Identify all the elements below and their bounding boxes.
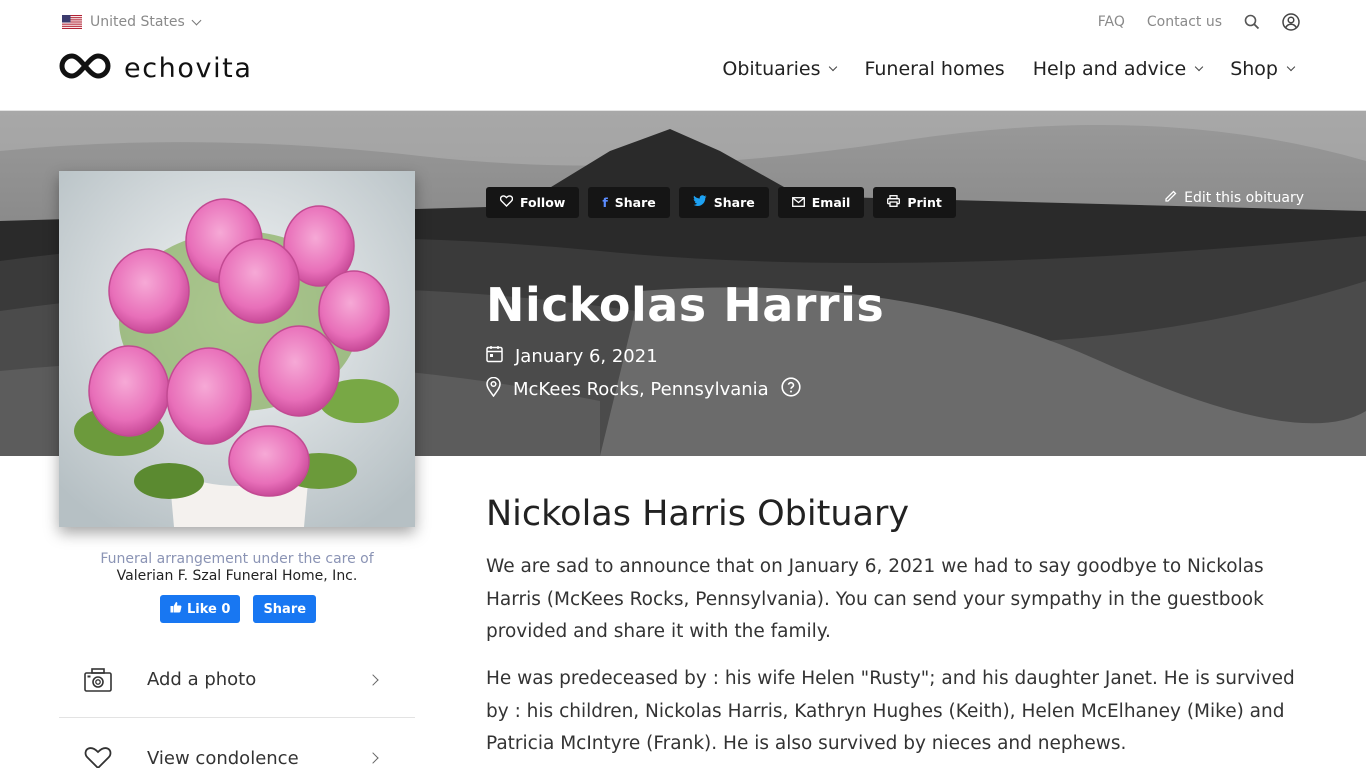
chevron-down-icon — [1286, 62, 1296, 72]
print-label: Print — [907, 195, 942, 210]
faq-link[interactable]: FAQ — [1098, 14, 1125, 30]
follow-button[interactable]: Follow — [486, 187, 580, 218]
chevron-right-icon — [367, 752, 379, 764]
location-text: McKees Rocks, Pennsylvania — [513, 379, 769, 400]
funeral-home-name[interactable]: Valerian F. Szal Funeral Home, Inc. — [59, 568, 415, 584]
location: McKees Rocks, Pennsylvania — [486, 376, 801, 402]
thumbs-up-icon — [170, 601, 182, 617]
facebook-buttons: Like 0 Share — [160, 595, 317, 623]
us-flag-icon — [62, 15, 82, 29]
obituary-title: Nickolas Harris Obituary — [486, 494, 910, 534]
email-button[interactable]: Email — [777, 187, 865, 218]
chevron-down-icon — [1194, 62, 1204, 72]
facebook-like-button[interactable]: Like 0 — [160, 595, 241, 623]
email-label: Email — [811, 195, 851, 210]
like-label: Like 0 — [187, 601, 231, 617]
search-icon[interactable] — [1244, 14, 1260, 30]
share-label: Share — [614, 195, 656, 210]
facebook-share-small-button[interactable]: Share — [253, 595, 317, 623]
country-selector[interactable]: United States — [62, 14, 202, 30]
facebook-icon: f — [602, 195, 608, 210]
nav-funeral-homes[interactable]: Funeral homes — [864, 58, 1004, 80]
pink-roses-image — [59, 171, 415, 527]
funeral-home-info: Funeral arrangement under the care of Va… — [59, 551, 415, 584]
country-label: United States — [90, 14, 185, 30]
calendar-icon — [486, 345, 503, 368]
add-photo-label: Add a photo — [147, 669, 257, 690]
chevron-down-icon — [191, 15, 202, 25]
nav-obituaries[interactable]: Obituaries — [722, 58, 838, 80]
view-condolence-button[interactable]: View condolence — [59, 720, 415, 768]
camera-icon — [59, 667, 137, 692]
site-header: United States FAQ Contact us echovita Ob… — [0, 0, 1366, 111]
echovita-logo[interactable]: echovita — [58, 52, 253, 84]
nav-label: Help and advice — [1032, 58, 1187, 80]
obituary-paragraph: We are sad to announce that on January 6… — [486, 556, 1264, 642]
follow-label: Follow — [520, 195, 566, 210]
share-label: Share — [713, 195, 755, 210]
nav-shop[interactable]: Shop — [1230, 58, 1296, 80]
user-account-icon[interactable] — [1282, 13, 1300, 31]
date-of-death: January 6, 2021 — [486, 345, 658, 368]
obituary-photo — [59, 171, 415, 527]
infinity-logo-icon — [58, 52, 112, 84]
map-pin-icon — [486, 376, 501, 402]
pencil-icon — [1164, 189, 1178, 207]
contact-link[interactable]: Contact us — [1147, 14, 1222, 30]
edit-obituary-link[interactable]: Edit this obituary — [1164, 189, 1304, 207]
add-photo-button[interactable]: Add a photo — [59, 642, 415, 718]
date-text: January 6, 2021 — [515, 346, 658, 367]
nav-help-and-advice[interactable]: Help and advice — [1032, 58, 1204, 80]
main-nav: Obituaries Funeral homes Help and advice… — [722, 58, 1296, 80]
share-label: Share — [263, 601, 307, 617]
heart-icon — [59, 746, 137, 768]
envelope-icon — [791, 195, 805, 210]
nav-label: Shop — [1230, 58, 1278, 80]
twitter-share-button[interactable]: Share — [678, 187, 769, 218]
nav-label: Obituaries — [722, 58, 821, 80]
top-links: FAQ Contact us — [1098, 13, 1300, 31]
nav-label: Funeral homes — [864, 58, 1005, 80]
logo-text: echovita — [124, 52, 253, 84]
view-condolence-label: View condolence — [147, 747, 299, 768]
print-button[interactable]: Print — [873, 187, 956, 218]
help-question-icon[interactable] — [781, 377, 801, 402]
edit-label: Edit this obituary — [1184, 190, 1304, 206]
obituary-actions: Follow f Share Share Email Print — [486, 187, 956, 218]
deceased-name: Nickolas Harris — [486, 278, 885, 332]
chevron-right-icon — [367, 673, 379, 686]
care-label: Funeral arrangement under the care of — [100, 551, 374, 567]
chevron-down-icon — [829, 62, 838, 72]
twitter-icon — [693, 195, 707, 210]
facebook-share-button[interactable]: f Share — [588, 187, 670, 218]
printer-icon — [887, 195, 901, 210]
obituary-paragraph: He was predeceased by : his wife Helen "… — [486, 668, 1295, 754]
heart-icon — [499, 195, 514, 210]
